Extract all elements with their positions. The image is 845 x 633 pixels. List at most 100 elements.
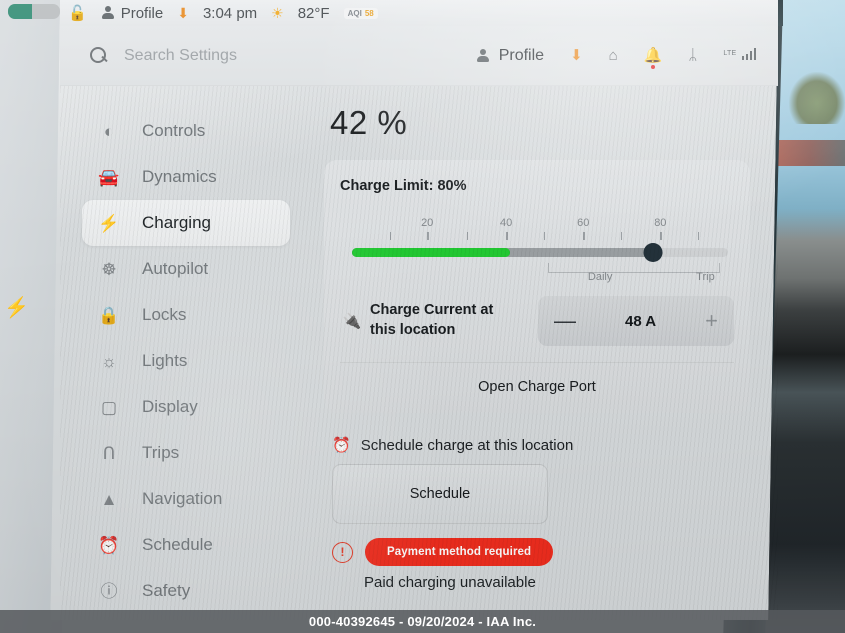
charging-bolt-icon: ⚡ bbox=[4, 297, 29, 319]
profile-avatar-icon bbox=[101, 6, 115, 20]
slider-thumb[interactable] bbox=[643, 243, 663, 262]
slider-track[interactable] bbox=[352, 248, 728, 257]
sidebar-item-trips[interactable]: Ո Trips bbox=[82, 430, 290, 476]
status-time: 3:04 pm bbox=[202, 4, 258, 22]
charge-current-value: 48 A bbox=[625, 312, 657, 330]
trips-icon: Ո bbox=[102, 443, 116, 463]
sidebar-item-label: Locks bbox=[142, 305, 187, 324]
sidebar-item-label: Safety bbox=[142, 581, 191, 600]
toggle-icon: ◐ bbox=[103, 121, 115, 141]
charge-current-label-line1: Charge Current at bbox=[370, 302, 494, 319]
search-icon bbox=[90, 47, 108, 65]
settings-sidebar: ◐ Controls 🚘 Dynamics ⚡ Charging ☸ Autop… bbox=[60, 86, 310, 620]
aqi-label: AQI bbox=[347, 8, 362, 18]
header-profile-button[interactable]: Profile bbox=[476, 47, 544, 65]
aqi-value: 58 bbox=[364, 8, 374, 18]
schedule-charge-label: Schedule charge at this location bbox=[360, 437, 574, 454]
sidebar-item-lights[interactable]: ☼ Lights bbox=[82, 338, 290, 384]
charge-limit-card: Charge Limit: 80% 20 40 60 80 Daily Trip… bbox=[324, 160, 750, 413]
photo-of-vehicle-touchscreen: ⚡ 🔓 Profile ⬇ 3:04 pm ☀ 82°F AQI 58 Sear… bbox=[0, 0, 845, 633]
sidebar-item-navigation[interactable]: ▲ Navigation bbox=[82, 476, 290, 522]
bluetooth-icon[interactable]: ᛦ bbox=[688, 47, 697, 64]
status-temperature: 82°F bbox=[297, 4, 330, 22]
slider-ticks bbox=[352, 232, 728, 242]
charge-current-row: 🔌 Charge Current at this location — 48 A… bbox=[340, 296, 734, 363]
schedule-button[interactable]: Schedule bbox=[332, 464, 548, 524]
charge-current-label: Charge Current at this location bbox=[370, 301, 538, 340]
sidebar-item-label: Charging bbox=[142, 213, 211, 232]
charge-limit-label: Charge Limit: 80% bbox=[340, 178, 467, 194]
warning-circle-icon: ⓘ bbox=[100, 581, 118, 601]
status-profile-label: Profile bbox=[120, 4, 164, 22]
slider-range-labels: Daily Trip bbox=[352, 271, 728, 285]
sidebar-item-schedule[interactable]: ⏰ Schedule bbox=[82, 522, 290, 568]
sidebar-item-dynamics[interactable]: 🚘 Dynamics bbox=[82, 154, 290, 200]
vehicle-status-bar: 🔓 Profile ⬇ 3:04 pm ☀ 82°F AQI 58 bbox=[60, 0, 778, 26]
payment-warning-row: ! Payment method required bbox=[332, 538, 750, 566]
slider-range-label-trip: Trip bbox=[696, 271, 715, 283]
open-charge-port-button[interactable]: Open Charge Port bbox=[340, 363, 734, 413]
sidebar-item-label: Navigation bbox=[142, 489, 223, 508]
lte-signal-icon[interactable]: LTE bbox=[723, 48, 756, 63]
decrease-current-button[interactable]: — bbox=[554, 308, 576, 333]
increase-current-button[interactable]: + bbox=[705, 308, 718, 333]
auction-watermark: 000-40392645 - 09/20/2024 - IAA Inc. bbox=[0, 610, 845, 633]
sidebar-item-label: Display bbox=[142, 397, 198, 416]
touchscreen: 🔓 Profile ⬇ 3:04 pm ☀ 82°F AQI 58 Search… bbox=[50, 0, 779, 620]
garage-icon[interactable]: ⌂ bbox=[609, 47, 618, 64]
software-update-icon[interactable]: ⬇ bbox=[570, 47, 583, 64]
profile-avatar-icon bbox=[476, 49, 490, 63]
notification-bell-icon[interactable]: 🔔 bbox=[644, 47, 662, 69]
sidebar-item-controls[interactable]: ◐ Controls bbox=[82, 108, 290, 154]
header-icon-group: Profile ⬇ ⌂ 🔔 ᛦ LTE bbox=[476, 47, 756, 69]
sidebar-item-display[interactable]: ▢ Display bbox=[82, 384, 290, 430]
slider-range-label-daily: Daily bbox=[587, 271, 613, 283]
alarm-clock-icon: ⏰ bbox=[332, 437, 351, 454]
slider-tick-label: 40 bbox=[500, 217, 513, 229]
payment-method-badge[interactable]: Payment method required bbox=[365, 538, 554, 566]
sidebar-item-label: Lights bbox=[142, 351, 188, 370]
lightning-bolt-icon: ⚡ bbox=[98, 213, 120, 233]
battery-percent-heading: 42 % bbox=[330, 104, 408, 141]
sidebar-item-label: Dynamics bbox=[142, 167, 217, 186]
car-icon: 🚘 bbox=[98, 167, 120, 187]
schedule-charge-row: ⏰ Schedule charge at this location bbox=[332, 437, 750, 454]
settings-body: ◐ Controls 🚘 Dynamics ⚡ Charging ☸ Autop… bbox=[60, 86, 778, 620]
status-profile[interactable]: Profile bbox=[101, 5, 164, 22]
sidebar-item-label: Trips bbox=[142, 443, 180, 462]
sidebar-item-label: Controls bbox=[142, 121, 206, 140]
header-profile-label: Profile bbox=[498, 46, 545, 64]
sidebar-item-locks[interactable]: 🔒 Locks bbox=[82, 292, 290, 338]
brightness-icon: ☼ bbox=[101, 351, 117, 371]
search-placeholder: Search Settings bbox=[124, 46, 237, 64]
charge-plug-icon: 🔌 bbox=[342, 313, 362, 330]
alarm-clock-icon: ⏰ bbox=[98, 535, 120, 555]
slider-tick-label: 20 bbox=[421, 217, 434, 229]
aqi-badge[interactable]: AQI 58 bbox=[343, 7, 378, 19]
battery-indicator bbox=[8, 4, 60, 19]
charge-current-label-line2: this location bbox=[370, 322, 456, 338]
slider-battery-fill bbox=[352, 248, 510, 257]
sidebar-item-label: Schedule bbox=[142, 535, 213, 554]
paid-charging-status: Paid charging unavailable bbox=[364, 574, 536, 591]
search-settings-field[interactable]: Search Settings bbox=[90, 47, 476, 65]
charge-current-stepper[interactable]: — 48 A + bbox=[538, 296, 734, 346]
unlocked-icon[interactable]: 🔓 bbox=[68, 4, 87, 22]
sidebar-item-label: Autopilot bbox=[142, 259, 209, 278]
slider-tick-label: 60 bbox=[577, 217, 590, 229]
lock-icon: 🔒 bbox=[98, 305, 120, 325]
sun-icon: ☀ bbox=[271, 4, 284, 21]
road-outside bbox=[773, 140, 845, 166]
sidebar-item-autopilot[interactable]: ☸ Autopilot bbox=[82, 246, 290, 292]
slider-tick-labels: 20 40 60 80 bbox=[352, 217, 728, 231]
sidebar-item-charging[interactable]: ⚡ Charging bbox=[82, 200, 290, 246]
steering-wheel-icon: ☸ bbox=[101, 259, 117, 279]
tree-outside bbox=[789, 72, 845, 124]
charging-main-panel: 42 % Charge Limit: 80% 20 40 60 80 Daily… bbox=[310, 86, 778, 620]
warning-icon: ! bbox=[332, 541, 353, 563]
status-download-icon[interactable]: ⬇ bbox=[177, 5, 189, 22]
sidebar-item-safety[interactable]: ⓘ Safety bbox=[82, 568, 290, 614]
navigation-arrow-icon: ▲ bbox=[100, 489, 118, 509]
charge-limit-slider[interactable]: 20 40 60 80 Daily Trip bbox=[352, 217, 728, 283]
slider-tick-label: 80 bbox=[654, 217, 667, 229]
